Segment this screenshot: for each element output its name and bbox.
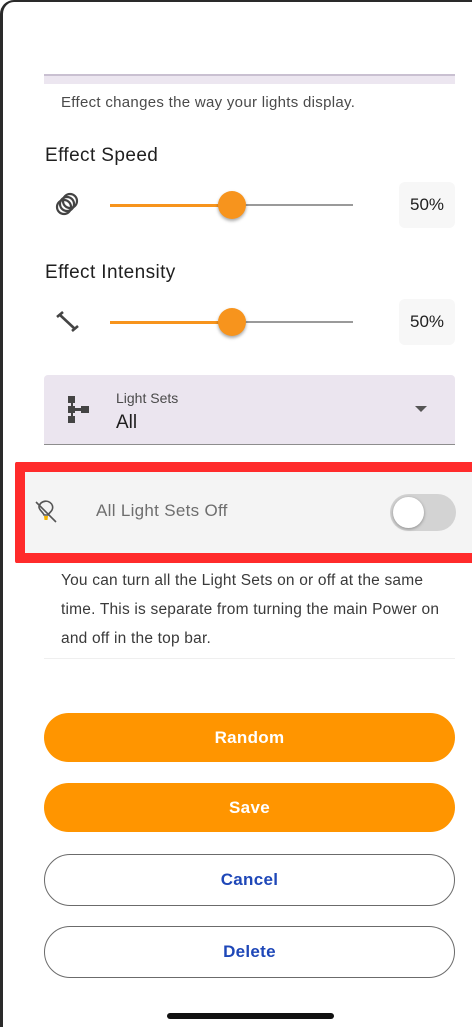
random-button[interactable]: Random [44, 713, 455, 762]
effect-intensity-slider-thumb[interactable] [217, 308, 246, 336]
dumbbell-icon [56, 311, 79, 332]
light-sets-dropdown[interactable]: Light Sets All [44, 375, 455, 445]
effect-speed-slider[interactable] [110, 191, 353, 219]
tree-structure-icon [68, 396, 89, 423]
effect-speed-row: 50% [45, 182, 455, 228]
all-light-sets-off-toggle[interactable] [390, 494, 456, 531]
effect-field-underline[interactable] [44, 74, 455, 84]
light-sets-label: Light Sets [116, 390, 179, 406]
dropdown-arrow-icon[interactable] [415, 406, 427, 412]
effect-intensity-slider[interactable] [110, 308, 353, 336]
effect-intensity-title: Effect Intensity [45, 262, 176, 283]
save-button[interactable]: Save [44, 783, 455, 832]
toggle-knob[interactable] [393, 497, 424, 528]
effect-intensity-slider-fill [110, 320, 232, 324]
cancel-button[interactable]: Cancel [44, 854, 455, 906]
home-indicator[interactable] [167, 1013, 334, 1019]
effect-intensity-value: 50% [399, 299, 455, 345]
effect-helper-text: Effect changes the way your lights displ… [61, 94, 356, 111]
effect-speed-value: 50% [399, 182, 455, 228]
effect-field-area [44, 2, 455, 74]
effect-intensity-row: 50% [45, 299, 455, 345]
effect-speed-slider-thumb[interactable] [217, 191, 246, 219]
light-bulb-off-icon [35, 500, 57, 523]
effect-speed-title: Effect Speed [45, 145, 159, 166]
effect-speed-slider-fill [110, 203, 232, 207]
all-light-sets-off-row[interactable]: All Light Sets Off [25, 472, 472, 553]
light-sets-selected-value: All [116, 412, 138, 433]
all-light-sets-description: You can turn all the Light Sets on or of… [61, 572, 440, 647]
all-light-sets-off-label: All Light Sets Off [96, 501, 228, 520]
rings-icon [55, 192, 79, 216]
screen: Effect changes the way your lights displ… [0, 0, 472, 1027]
delete-button[interactable]: Delete [44, 926, 455, 978]
section-divider [44, 658, 455, 659]
